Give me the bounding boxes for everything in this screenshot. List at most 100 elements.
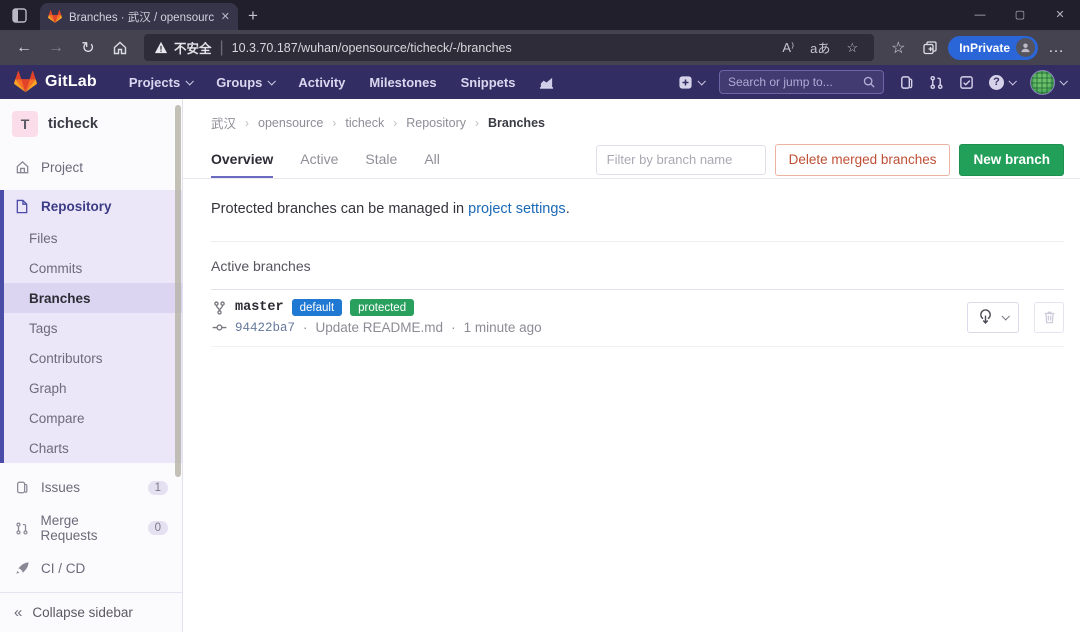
delete-merged-branches-button[interactable]: Delete merged branches — [775, 144, 951, 176]
repository-section: Repository Files Commits Branches Tags C… — [0, 190, 182, 463]
nav-projects[interactable]: Projects — [129, 75, 192, 90]
nav-activity[interactable]: Activity — [298, 75, 345, 90]
gitlab-wordmark[interactable]: GitLab — [45, 73, 97, 91]
translate-icon[interactable]: aあ — [808, 38, 832, 57]
sidebar-item-cicd[interactable]: CI / CD — [0, 552, 182, 585]
gitlab-logo[interactable] — [14, 71, 37, 94]
close-button[interactable]: ✕ — [1040, 0, 1080, 29]
chevron-down-icon — [1059, 77, 1067, 85]
tab-all[interactable]: All — [424, 141, 440, 178]
issues-nav-icon[interactable] — [899, 75, 914, 90]
browser-menu-icon[interactable]: … — [1042, 34, 1070, 62]
analytics-chart-icon[interactable] — [539, 75, 554, 90]
commit-message: Update README.md — [316, 320, 444, 335]
inprivate-badge[interactable]: InPrivate — [948, 36, 1038, 60]
tab-actions-icon[interactable] — [0, 0, 38, 30]
address-separator: | — [220, 39, 224, 57]
security-indicator[interactable]: 不安全 — [154, 38, 212, 57]
sidebar-item-charts[interactable]: Charts — [4, 433, 182, 463]
url-text[interactable]: 10.3.70.187/wuhan/opensource/ticheck/-/b… — [232, 41, 769, 55]
todos-nav-icon[interactable] — [959, 75, 974, 90]
branches-controls-bar: Overview Active Stale All Delete merged … — [183, 141, 1080, 179]
sidebar-item-repository[interactable]: Repository — [4, 190, 182, 223]
sidebar-spacer — [0, 585, 182, 592]
collapse-sidebar-button[interactable]: « Collapse sidebar — [0, 592, 182, 632]
sidebar-item-contributors[interactable]: Contributors — [4, 343, 182, 373]
breadcrumb-repository[interactable]: Repository — [406, 116, 466, 130]
tab-overview[interactable]: Overview — [211, 141, 273, 178]
chevron-down-icon — [1001, 312, 1009, 320]
sidebar-item-commits[interactable]: Commits — [4, 253, 182, 283]
breadcrumb-project[interactable]: ticheck — [345, 116, 384, 130]
nav-groups[interactable]: Groups — [216, 75, 274, 90]
commit-sha-link[interactable]: 94422ba7 — [235, 321, 295, 335]
global-search[interactable] — [719, 70, 884, 94]
search-input[interactable] — [728, 75, 857, 89]
collections-icon[interactable] — [916, 34, 944, 62]
issues-count-badge: 1 — [148, 481, 168, 495]
refresh-icon[interactable]: ↻ — [74, 34, 102, 62]
breadcrumb-subgroup[interactable]: opensource — [258, 116, 323, 130]
commit-icon — [211, 322, 227, 333]
nav-milestones[interactable]: Milestones — [369, 75, 436, 90]
read-aloud-icon[interactable]: A⁾ — [776, 40, 800, 56]
security-label: 不安全 — [174, 38, 212, 57]
gitlab-navbar: GitLab Projects Groups Activity Mileston… — [0, 65, 1080, 99]
chevron-right-icon: › — [245, 116, 249, 130]
browser-tab[interactable]: Branches · 武汉 / opensource / t ✕ — [40, 3, 238, 30]
inprivate-label: InPrivate — [959, 41, 1010, 55]
delete-branch-button — [1034, 302, 1064, 333]
new-menu[interactable] — [678, 75, 704, 90]
back-icon[interactable]: ← — [10, 34, 38, 62]
sidebar-item-branches[interactable]: Branches — [4, 283, 182, 313]
project-context[interactable]: T ticheck — [0, 99, 182, 151]
sidebar-item-label: CI / CD — [41, 561, 85, 576]
sidebar-item-files[interactable]: Files — [4, 223, 182, 253]
branches-content: Protected branches can be managed in pro… — [183, 179, 1080, 347]
nav-projects-label: Projects — [129, 75, 180, 90]
sidebar-item-issues[interactable]: Issues 1 — [0, 471, 182, 504]
address-bar[interactable]: 不安全 | 10.3.70.187/wuhan/opensource/tiche… — [144, 34, 874, 61]
warning-icon — [154, 41, 168, 54]
window-controls: — ▢ ✕ — [960, 0, 1080, 29]
branches-panel: master default protected 94422ba7 · U — [211, 289, 1064, 347]
chevron-down-icon — [1008, 77, 1016, 85]
chevron-down-icon — [186, 77, 194, 85]
minimize-button[interactable]: — — [960, 0, 1000, 29]
download-branch-button[interactable] — [967, 302, 1019, 333]
sidebar-item-merge-requests[interactable]: Merge Requests 0 — [0, 504, 182, 552]
browser-titlebar: Branches · 武汉 / opensource / t ✕ + — ▢ ✕ — [0, 0, 1080, 30]
tab-active[interactable]: Active — [300, 141, 338, 178]
navbar-right: ? — [678, 70, 1066, 95]
breadcrumb-group[interactable]: 武汉 — [211, 113, 236, 132]
help-menu[interactable]: ? — [989, 75, 1015, 90]
home-icon[interactable] — [106, 34, 134, 62]
branch-icon — [211, 301, 227, 315]
sidebar-item-compare[interactable]: Compare — [4, 403, 182, 433]
maximize-button[interactable]: ▢ — [1000, 0, 1040, 29]
merge-request-icon — [14, 521, 30, 536]
user-menu[interactable] — [1030, 70, 1066, 95]
sidebar-item-graph[interactable]: Graph — [4, 373, 182, 403]
new-tab-button[interactable]: + — [238, 2, 268, 30]
tab-stale[interactable]: Stale — [365, 141, 397, 178]
branch-filter-input[interactable] — [596, 145, 766, 175]
new-branch-button[interactable]: New branch — [959, 144, 1064, 176]
sidebar-item-tags[interactable]: Tags — [4, 313, 182, 343]
sidebar-item-project[interactable]: Project — [0, 151, 182, 184]
nav-snippets[interactable]: Snippets — [461, 75, 516, 90]
project-settings-link[interactable]: project settings — [468, 201, 566, 217]
favorites-star-icon[interactable]: ☆ — [840, 40, 864, 56]
browser-toolbar: ← → ↻ 不安全 | 10.3.70.187/wuhan/opensource… — [0, 30, 1080, 65]
branch-name-link[interactable]: master — [235, 300, 284, 315]
browser-window: Branches · 武汉 / opensource / t ✕ + — ▢ ✕… — [0, 0, 1080, 632]
project-avatar: T — [12, 111, 38, 137]
chevron-down-icon — [268, 77, 276, 85]
merge-request-nav-icon[interactable] — [929, 75, 944, 90]
sidebar-scrollbar[interactable] — [175, 105, 181, 477]
rocket-icon — [14, 561, 30, 576]
favorites-bar-icon[interactable]: ☆ — [884, 34, 912, 62]
tab-close-icon[interactable]: ✕ — [221, 10, 230, 23]
trash-icon — [1043, 310, 1056, 324]
dot-separator: · — [303, 320, 308, 335]
